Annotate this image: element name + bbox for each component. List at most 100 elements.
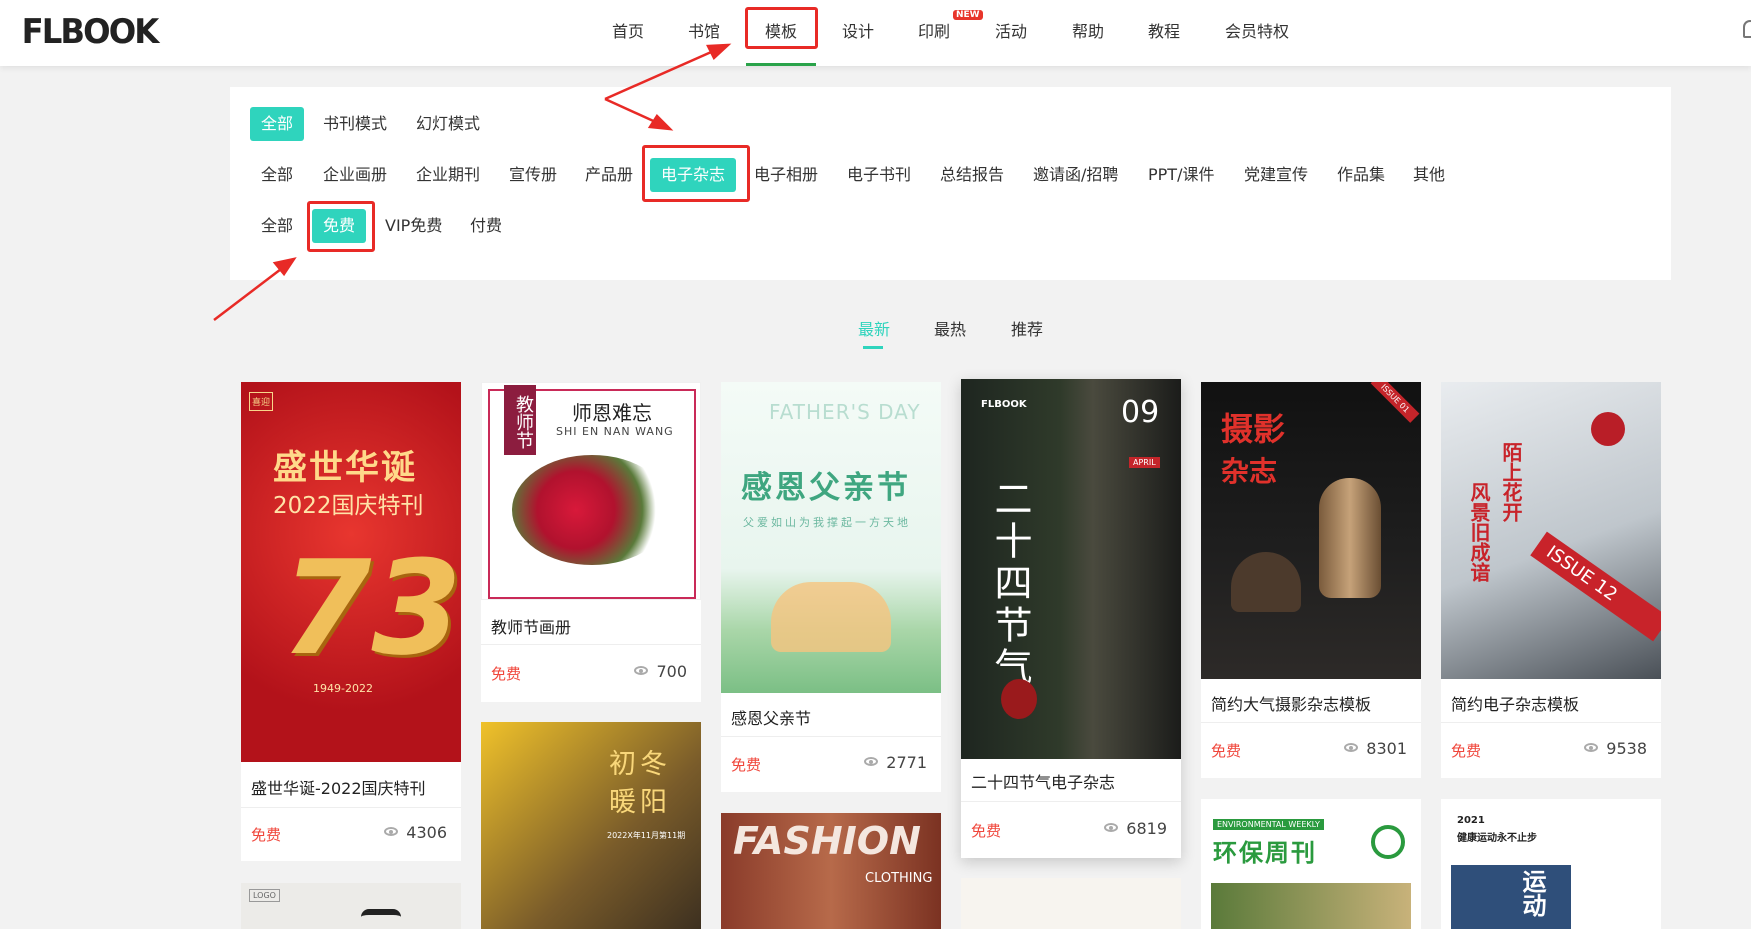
arrow-to-templates — [604, 47, 719, 101]
card-cover[interactable]: 喜迎 盛世华诞 2022国庆特刊 73 1949-2022 — [241, 382, 461, 762]
cover-image — [1451, 865, 1571, 929]
template-card[interactable]: ENVIRONMENTAL WEEKLY 环保周刊 — [1201, 799, 1421, 929]
cover-tag: ENVIRONMENTAL WEEKLY — [1213, 819, 1324, 830]
flower-image — [1591, 412, 1625, 446]
card-cover[interactable]: FATHER'S DAY 感恩父亲节 父爱如山为我撑起一方天地 — [721, 382, 941, 693]
card-title[interactable]: 盛世华诞-2022国庆特刊 — [251, 775, 426, 799]
template-card[interactable] — [961, 878, 1181, 929]
views-count: 6819 — [1126, 819, 1167, 838]
cover-image — [1211, 883, 1411, 929]
views-count: 700 — [656, 662, 687, 681]
views-count: 8301 — [1366, 739, 1407, 758]
bicycle-illustration — [771, 582, 891, 652]
cover-years: 1949-2022 — [313, 682, 373, 695]
cover-heading: 二十四节气 — [988, 479, 1032, 689]
card-views: 2771 — [864, 753, 927, 772]
cover-corner-badge: 喜迎 — [249, 392, 274, 411]
eye-icon — [1584, 743, 1599, 752]
card-divider — [1441, 722, 1661, 723]
cover-subheading: 父爱如山为我撑起一方天地 — [743, 516, 911, 529]
template-card[interactable]: FATHER'S DAY 感恩父亲节 父爱如山为我撑起一方天地 感恩父亲节 免费… — [721, 382, 941, 792]
cover-brand: FLBOOK — [981, 399, 1027, 410]
arrow-to-emagazine — [604, 97, 661, 126]
card-price: 免费 — [971, 822, 1002, 840]
cover-subheading: CLOTHING — [865, 871, 933, 886]
cover-en-heading: FATHER'S DAY — [769, 400, 921, 424]
vase-image — [1319, 478, 1381, 598]
card-title[interactable]: 简约大气摄影杂志模板 — [1211, 691, 1371, 715]
template-card[interactable]: FASHION CLOTHING — [721, 813, 941, 929]
cover-vertical-text: 运动 — [1518, 869, 1546, 917]
card-views: 9538 — [1584, 739, 1647, 758]
card-price: 免费 — [251, 826, 282, 844]
sort-tab-recommended[interactable]: 推荐 — [1011, 316, 1043, 340]
cover-heading: 师恩难忘 — [572, 401, 652, 425]
card-views: 6819 — [1104, 819, 1167, 838]
card-price: 免费 — [1211, 742, 1242, 760]
sort-tab-latest[interactable]: 最新 — [858, 316, 890, 340]
cover-heading-2: 杂志 — [1221, 455, 1278, 488]
views-count: 9538 — [1606, 739, 1647, 758]
cover-heading: FASHION — [733, 819, 921, 863]
card-price: 免费 — [731, 756, 762, 774]
cover-subheading: 2022国庆特刊 — [273, 493, 424, 519]
arrow-head-templates — [706, 43, 732, 61]
teapot-image — [1231, 552, 1301, 612]
card-divider — [481, 644, 701, 645]
views-count: 2771 — [886, 753, 927, 772]
cover-subheading: SHI EN NAN WANG — [556, 425, 674, 438]
template-card[interactable]: 2021 健康运动永不止步 运动 — [1441, 799, 1661, 929]
template-card[interactable]: 摄影 杂志 ISSUE 01 简约大气摄影杂志模板 免费 8301 — [1201, 382, 1421, 778]
recycle-icon — [1371, 825, 1405, 859]
views-count: 4306 — [406, 823, 447, 842]
cover-year: 2021 — [1457, 815, 1485, 826]
cover-heading: 初冬 — [609, 749, 671, 780]
flower-image — [512, 455, 672, 565]
cover-heading-2: 暖阳 — [609, 787, 671, 818]
card-cover[interactable]: 教师节 师恩难忘 SHI EN NAN WANG — [481, 382, 701, 600]
card-divider — [961, 801, 1181, 802]
cover-badge: 教师节 — [504, 385, 536, 455]
card-title[interactable]: 教师节画册 — [491, 614, 571, 638]
cover-heading: 健康运动永不止步 — [1457, 833, 1537, 844]
cover-issue: ISSUE 12 — [1530, 531, 1661, 642]
card-title[interactable]: 简约电子杂志模板 — [1451, 691, 1579, 715]
sort-tab-hot[interactable]: 最热 — [934, 316, 966, 340]
card-divider — [241, 807, 461, 808]
arrow-to-free — [213, 265, 286, 321]
cover-heading: 盛世华诞 — [273, 448, 417, 488]
card-views: 8301 — [1344, 739, 1407, 758]
eye-icon — [1104, 823, 1119, 832]
arrow-head-emagazine — [647, 114, 674, 131]
calligraphy-image — [361, 909, 401, 929]
card-cover[interactable]: 陌上花开 风景旧成谙 ISSUE 12 — [1441, 382, 1661, 679]
template-card[interactable]: 教师节 师恩难忘 SHI EN NAN WANG 教师节画册 免费 700 — [481, 382, 701, 702]
card-cover[interactable]: 摄影 杂志 ISSUE 01 — [1201, 382, 1421, 679]
eye-icon — [1344, 743, 1359, 752]
eye-icon — [384, 827, 399, 836]
cover-big-number: 73 — [281, 532, 461, 684]
cover-issue: ISSUE 01 — [1370, 382, 1420, 423]
cover-heading: 陌上花开 — [1499, 442, 1523, 522]
card-views: 700 — [634, 662, 687, 681]
card-price: 免费 — [1451, 742, 1482, 760]
cover-heading: 环保周刊 — [1213, 839, 1317, 867]
cover-heading-2: 风景旧成谙 — [1467, 482, 1491, 582]
template-card[interactable]: 陌上花开 风景旧成谙 ISSUE 12 简约电子杂志模板 免费 9538 — [1441, 382, 1661, 778]
cover-heading: 感恩父亲节 — [741, 470, 911, 506]
template-card[interactable]: 初冬 暖阳 2022X年11月第11期 — [481, 722, 701, 929]
template-card[interactable]: FLBOOK 09 APRIL 二十四节气 二十四节气电子杂志 免费 6819 — [961, 379, 1181, 858]
template-card[interactable]: LOGO — [241, 883, 461, 929]
umbrella-image — [1001, 679, 1037, 719]
card-title[interactable]: 感恩父亲节 — [731, 705, 811, 729]
cover-date: 2022X年11月第11期 — [607, 831, 686, 840]
card-cover[interactable]: FLBOOK 09 APRIL 二十四节气 — [961, 379, 1181, 759]
cover-number: 09 — [1121, 395, 1160, 430]
sort-active-underline — [863, 346, 883, 349]
cover-tag: APRIL — [1129, 457, 1160, 468]
template-card[interactable]: 喜迎 盛世华诞 2022国庆特刊 73 1949-2022 盛世华诞-2022国… — [241, 382, 461, 861]
card-title[interactable]: 二十四节气电子杂志 — [971, 769, 1115, 793]
card-divider — [721, 736, 941, 737]
eye-icon — [634, 666, 649, 675]
eye-icon — [864, 757, 879, 766]
